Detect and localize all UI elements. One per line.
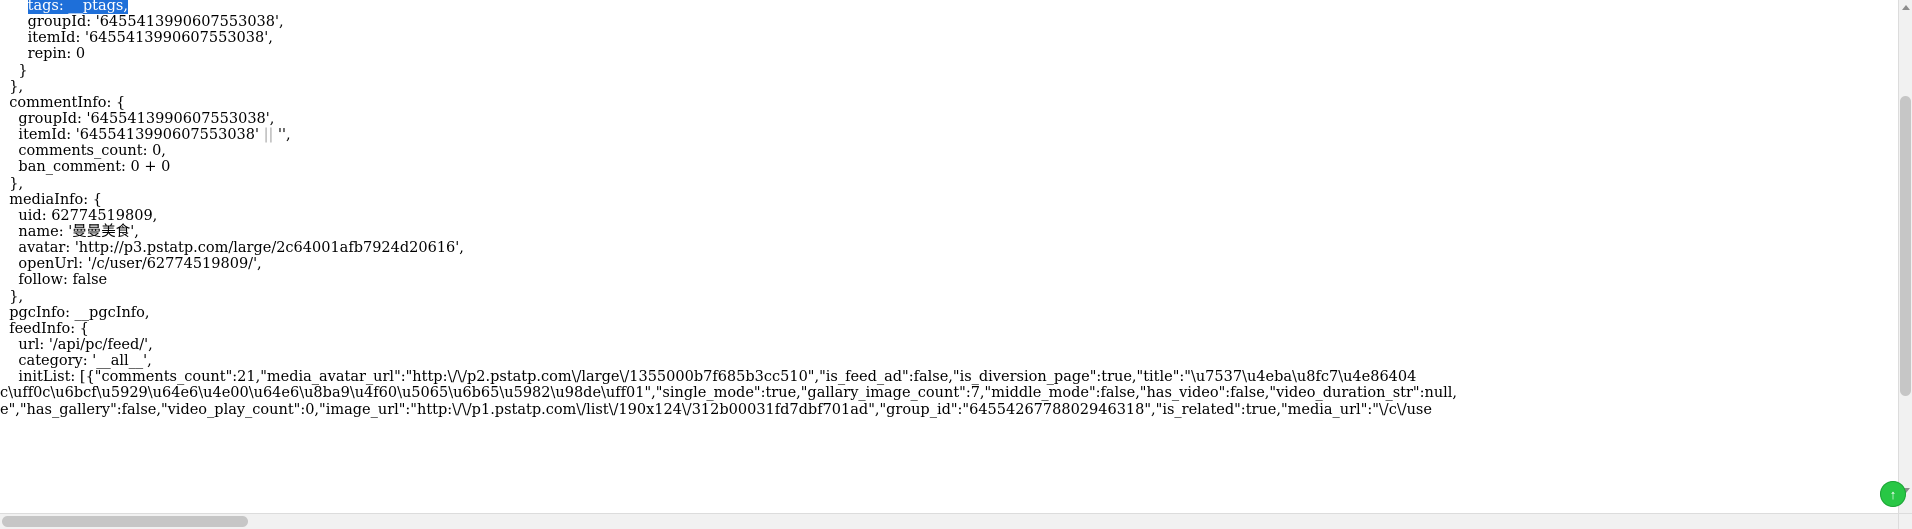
code-line: tags: __ptags, — [0, 0, 1457, 14]
vertical-scrollbar-thumb[interactable] — [1900, 96, 1911, 396]
code-line: avatar: 'http://p3.pstatp.com/large/2c64… — [0, 240, 464, 257]
code-line: ban_comment: 0 + 0 — [0, 159, 171, 176]
code-line: e","has_gallery":false,"video_play_count… — [0, 401, 1432, 418]
code-line: groupId: '6455413990607553038', — [0, 14, 284, 31]
view-source-window: tags: __ptags, groupId: '645541399060755… — [0, 0, 1912, 529]
code-line: pgcInfo: __pgcInfo, — [0, 304, 150, 321]
code-line: uid: 62774519809, — [0, 207, 158, 224]
code-line: follow: false — [0, 272, 108, 289]
code-line: comments_count: 0, — [0, 143, 166, 160]
code-line: openUrl: '/c/user/62774519809/', — [0, 256, 262, 273]
scroll-to-top-badge[interactable]: ↑ — [1880, 481, 1906, 507]
code-line: }, — [0, 288, 24, 305]
vertical-scrollbar[interactable] — [1898, 0, 1912, 513]
code-line: name: '曼曼美食', — [0, 223, 139, 240]
code-line: }, — [0, 175, 24, 192]
source-code-block[interactable]: tags: __ptags, groupId: '645541399060755… — [0, 0, 1457, 418]
horizontal-scrollbar[interactable] — [0, 513, 1898, 529]
code-scroll-area[interactable]: tags: __ptags, groupId: '645541399060755… — [0, 0, 1898, 513]
scrollbar-corner — [1898, 513, 1912, 529]
code-line: } — [0, 62, 28, 79]
code-line: initList: [{"comments_count":21,"media_a… — [0, 369, 1417, 386]
code-line: commentInfo: { — [0, 94, 126, 111]
code-line: groupId: '6455413990607553038', — [0, 110, 275, 127]
arrow-up-icon: ↑ — [1889, 486, 1897, 502]
code-line: url: '/api/pc/feed/', — [0, 336, 153, 353]
code-line: itemId: '6455413990607553038' || '', — [0, 127, 291, 144]
code-line: mediaInfo: { — [0, 191, 102, 208]
code-line: category: '__all__', — [0, 353, 152, 370]
code-line: }, — [0, 78, 24, 95]
horizontal-scrollbar-thumb[interactable] — [2, 516, 248, 527]
dim-token: || — [263, 127, 274, 144]
selected-text: tags: __ptags, — [27, 0, 128, 14]
code-line: repin: 0 — [0, 46, 86, 63]
scroll-up-arrow-icon[interactable] — [1899, 0, 1912, 14]
code-line: itemId: '6455413990607553038', — [0, 30, 273, 47]
code-line: feedInfo: { — [0, 320, 89, 337]
code-line: c\uff0c\u6bcf\u5929\u64e6\u4e00\u64e6\u8… — [0, 385, 1458, 402]
